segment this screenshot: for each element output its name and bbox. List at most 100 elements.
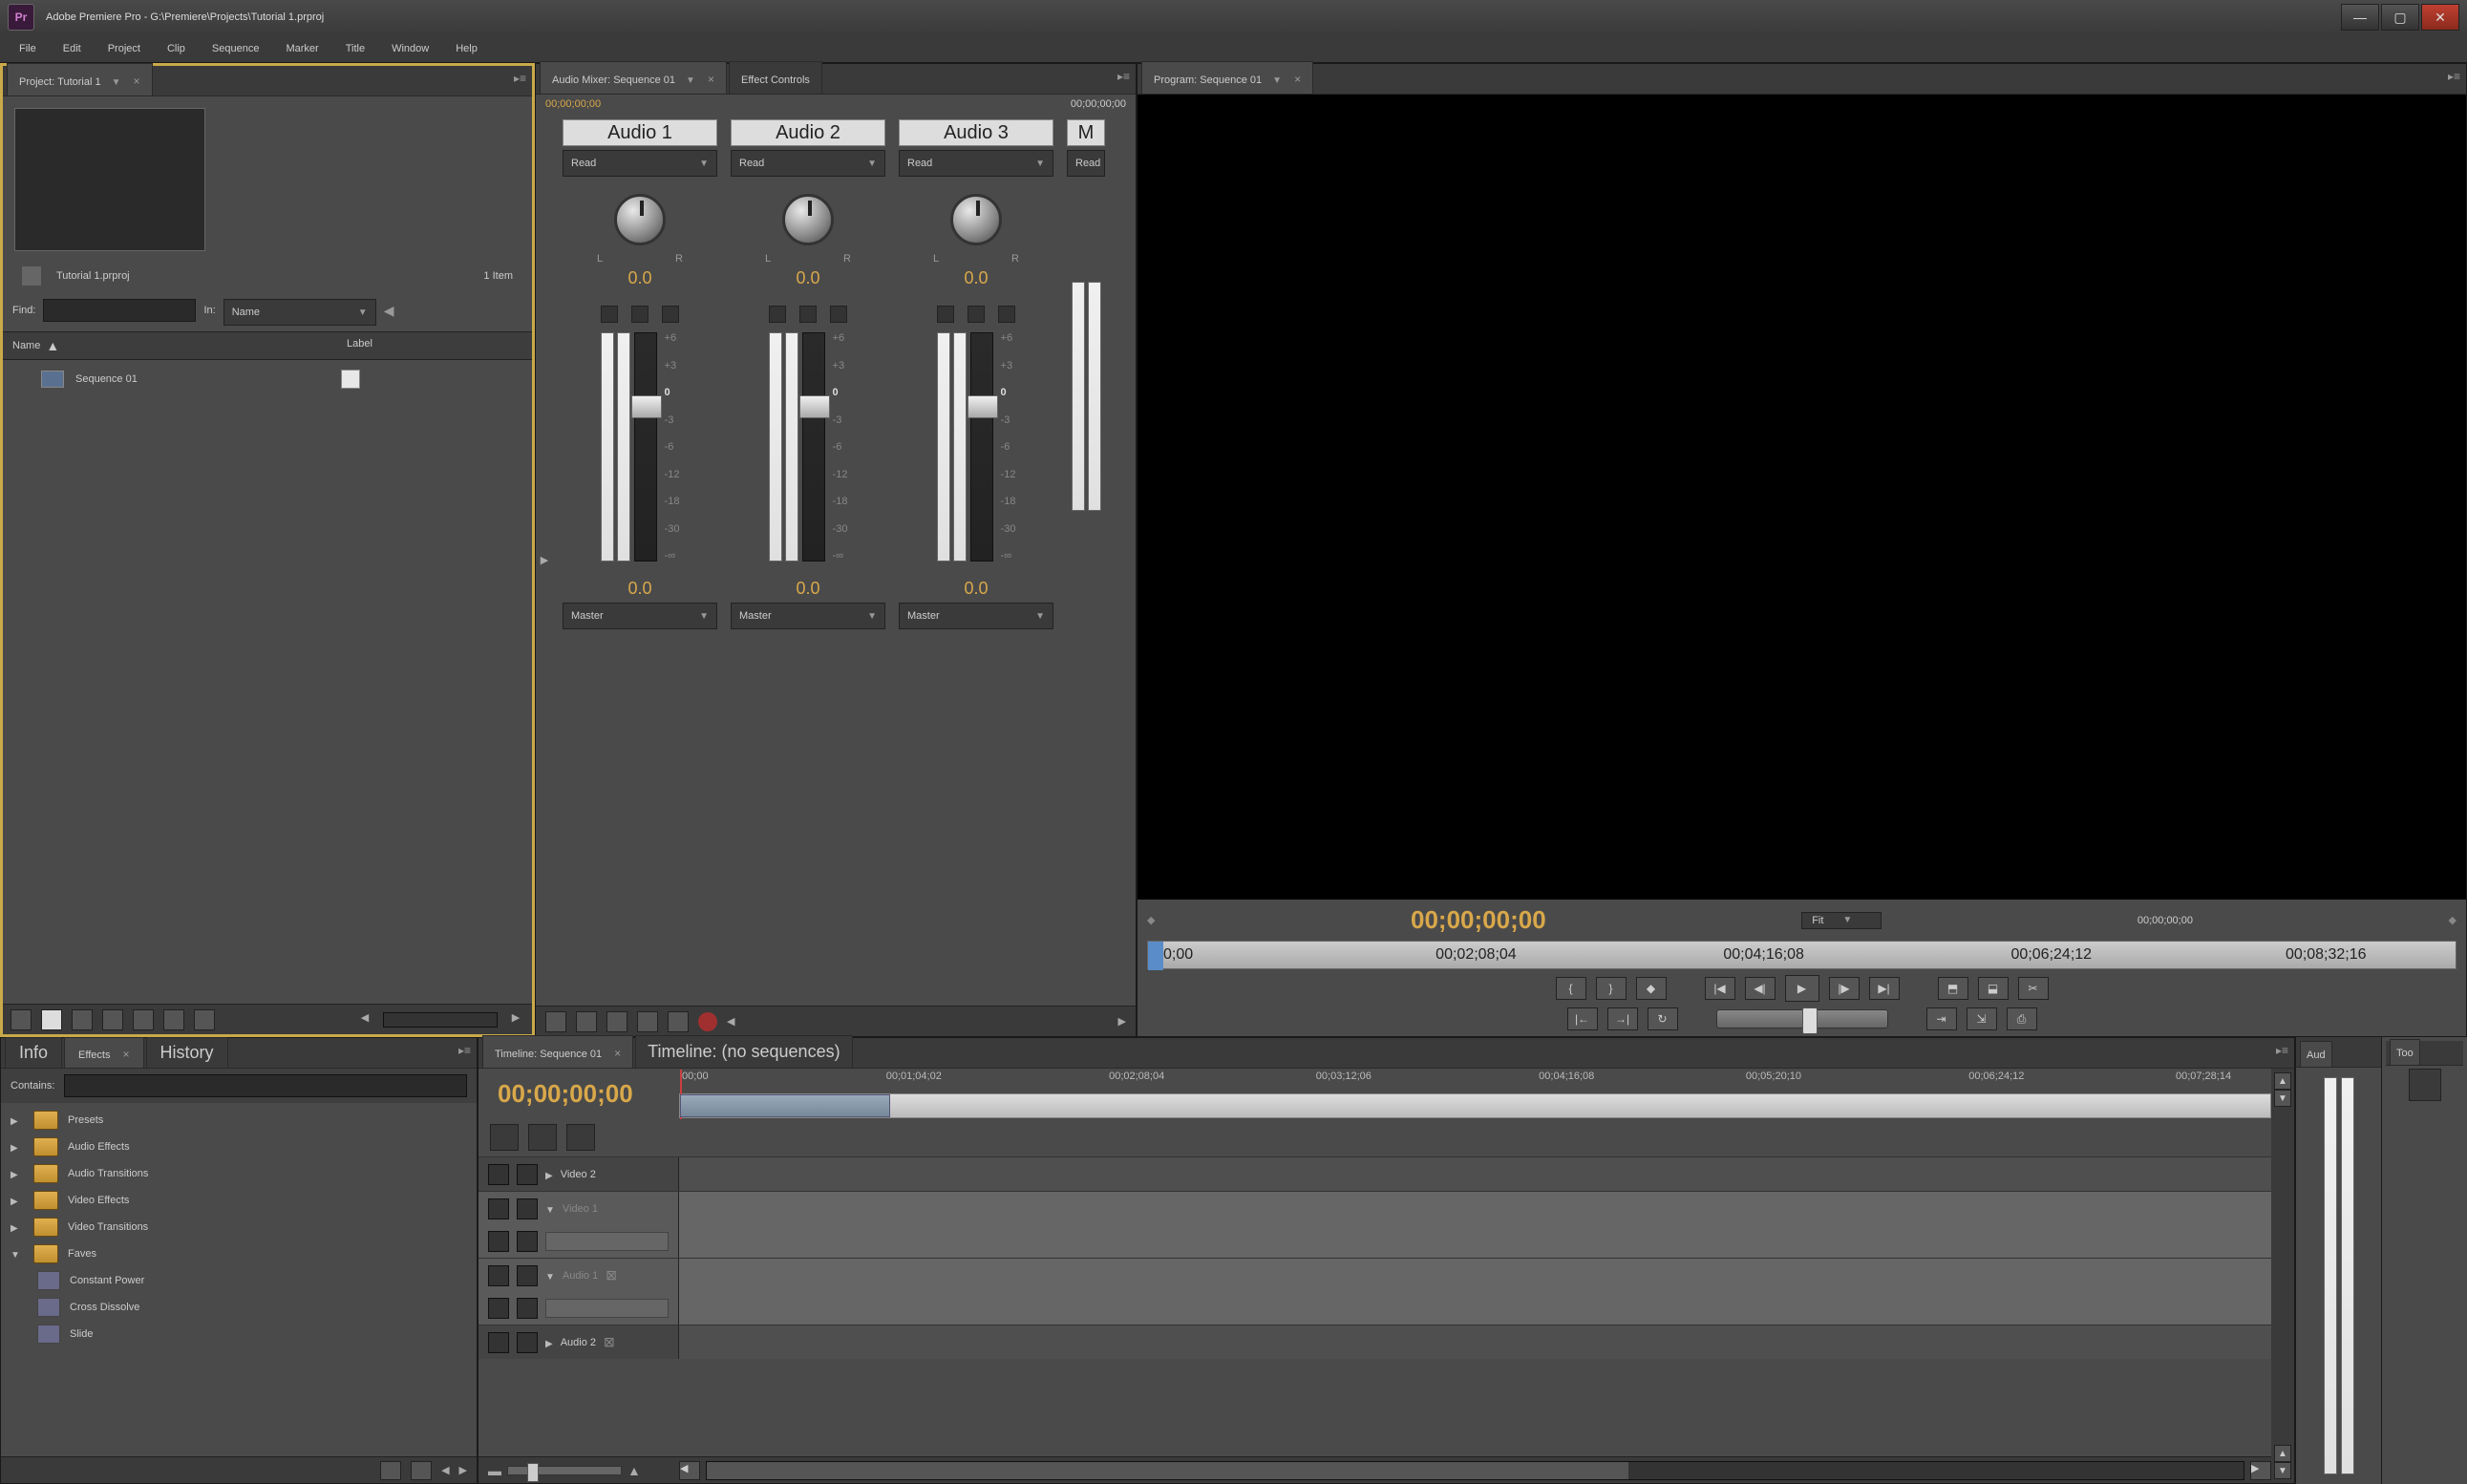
selection-tool[interactable] xyxy=(2409,1069,2441,1101)
effect-preset-slide[interactable]: Slide xyxy=(7,1321,471,1347)
disclosure-icon[interactable] xyxy=(545,1336,553,1349)
channel-db-value[interactable]: 0.0 xyxy=(964,579,988,599)
record-enable-button[interactable] xyxy=(998,306,1015,323)
channel-db-value[interactable]: 0.0 xyxy=(627,579,651,599)
mute-button[interactable] xyxy=(769,306,786,323)
panel-menu-icon[interactable]: ▸≡ xyxy=(2448,70,2460,83)
channel-name[interactable]: Audio 3 xyxy=(899,119,1053,146)
panel-menu-icon[interactable]: ▸≡ xyxy=(1117,70,1130,83)
close-icon[interactable]: × xyxy=(708,73,714,86)
work-area-bar[interactable] xyxy=(679,1093,2271,1118)
icon-view-button[interactable] xyxy=(41,1009,62,1030)
disclosure-icon[interactable] xyxy=(545,1202,555,1216)
volume-fader-track[interactable] xyxy=(970,332,993,562)
chevron-down-icon[interactable]: ▼ xyxy=(1272,75,1282,86)
effects-search-input[interactable] xyxy=(64,1074,467,1097)
close-icon[interactable]: × xyxy=(614,1047,621,1060)
track-video1[interactable]: Video 1 xyxy=(479,1191,2271,1258)
jog-shuttle[interactable] xyxy=(1716,1009,1888,1028)
solo-button[interactable] xyxy=(799,306,817,323)
automation-mode-select[interactable]: Read▼ xyxy=(731,150,885,177)
new-bin-button[interactable] xyxy=(133,1009,154,1030)
menu-project[interactable]: Project xyxy=(95,39,154,58)
track-display-mode[interactable] xyxy=(545,1232,669,1251)
label-swatch[interactable] xyxy=(341,370,360,389)
scroll-up-button[interactable]: ▲ xyxy=(2274,1072,2291,1090)
go-to-out-button[interactable] xyxy=(576,1011,597,1032)
chevron-down-icon[interactable]: ▼ xyxy=(112,77,121,88)
mute-button[interactable] xyxy=(601,306,618,323)
zoom-slider[interactable] xyxy=(507,1466,622,1475)
tools-tab[interactable]: Too xyxy=(2390,1039,2420,1065)
menu-marker[interactable]: Marker xyxy=(272,39,331,58)
delete-button[interactable] xyxy=(411,1461,432,1480)
find-button[interactable] xyxy=(102,1009,123,1030)
close-icon[interactable]: × xyxy=(134,74,140,88)
track-content[interactable] xyxy=(679,1192,2271,1225)
mixer-timecode-left[interactable]: 00;00;00;00 xyxy=(545,98,601,110)
track-mute-toggle[interactable] xyxy=(488,1332,509,1353)
timeline-tab-empty[interactable]: Timeline: (no sequences) xyxy=(635,1035,852,1068)
pan-value[interactable]: 0.0 xyxy=(796,268,819,288)
track-audio2[interactable]: Audio 2 ⊠ xyxy=(479,1325,2271,1359)
output-select[interactable]: Master▼ xyxy=(899,603,1053,629)
play-button[interactable]: ▶ xyxy=(1785,975,1819,1002)
scroll-down-button[interactable]: ▼ xyxy=(2274,1090,2291,1107)
menu-clip[interactable]: Clip xyxy=(154,39,199,58)
automation-mode-select[interactable]: Read▼ xyxy=(899,150,1053,177)
track-waveform-toggle[interactable] xyxy=(488,1298,509,1319)
zoom-in-icon[interactable]: ▲ xyxy=(627,1463,641,1478)
track-frame-toggle[interactable] xyxy=(488,1231,509,1252)
record-button[interactable] xyxy=(698,1012,717,1031)
effects-folder-presets[interactable]: Presets xyxy=(7,1107,471,1134)
next-edit-button[interactable]: →| xyxy=(1607,1007,1638,1030)
scroll-left-button[interactable]: ◀ xyxy=(679,1461,700,1480)
pan-knob[interactable] xyxy=(950,194,1002,245)
project-hscroll[interactable] xyxy=(383,1012,498,1028)
effects-folder-audio-effects[interactable]: Audio Effects xyxy=(7,1134,471,1160)
marker-button[interactable]: ◆ xyxy=(1636,977,1667,1000)
channel-name[interactable]: Audio 1 xyxy=(563,119,717,146)
effects-tab[interactable]: Effects × xyxy=(64,1037,143,1068)
scroll-right-icon[interactable]: ▶ xyxy=(507,1011,524,1028)
scroll-left-icon[interactable]: ◀ xyxy=(727,1015,734,1028)
disclosure-icon[interactable] xyxy=(545,1168,553,1181)
column-name-header[interactable]: Name ▲ xyxy=(12,338,347,353)
work-area-handle[interactable] xyxy=(680,1094,890,1117)
trim-button[interactable]: ✂ xyxy=(2018,977,2049,1000)
pan-knob[interactable] xyxy=(614,194,666,245)
scroll-right-icon[interactable]: ▶ xyxy=(1118,1015,1126,1028)
lift-button[interactable]: ⬒ xyxy=(1938,977,1968,1000)
step-back-button[interactable] xyxy=(668,1011,689,1032)
scroll-right-button[interactable]: ▶ xyxy=(2250,1461,2271,1480)
new-item-button[interactable] xyxy=(163,1009,184,1030)
close-icon[interactable]: × xyxy=(122,1048,129,1061)
effect-controls-tab[interactable]: Effect Controls xyxy=(729,61,822,94)
column-label-header[interactable]: Label xyxy=(347,338,372,353)
effects-folder-video-transitions[interactable]: Video Transitions xyxy=(7,1214,471,1240)
panel-menu-icon[interactable]: ▸≡ xyxy=(458,1044,471,1057)
volume-fader-handle[interactable] xyxy=(631,395,662,418)
set-out-button[interactable]: } xyxy=(1596,977,1627,1000)
insert-button[interactable]: ⇥ xyxy=(1926,1007,1957,1030)
track-lock-toggle[interactable] xyxy=(517,1198,538,1219)
audio-mixer-tab[interactable]: Audio Mixer: Sequence 01 ▼ × xyxy=(540,61,727,94)
track-keyframe-toggle[interactable] xyxy=(517,1231,538,1252)
volume-fader-track[interactable] xyxy=(634,332,657,562)
close-icon[interactable]: × xyxy=(1294,73,1301,86)
volume-fader-handle[interactable] xyxy=(799,395,830,418)
track-content[interactable] xyxy=(679,1157,2271,1191)
track-audio1[interactable]: Audio 1 ⊠ xyxy=(479,1258,2271,1325)
go-to-out-button[interactable]: ▶| xyxy=(1869,977,1900,1000)
panel-menu-icon[interactable]: ▸≡ xyxy=(2276,1044,2288,1057)
marker-button[interactable] xyxy=(528,1124,557,1151)
effects-folder-audio-transitions[interactable]: Audio Transitions xyxy=(7,1160,471,1187)
play-in-out-button[interactable] xyxy=(606,1011,627,1032)
disclosure-icon[interactable] xyxy=(11,1194,24,1207)
track-keyframe-toggle[interactable] xyxy=(517,1298,538,1319)
export-frame-button[interactable]: ⎙ xyxy=(2007,1007,2037,1030)
delete-button[interactable] xyxy=(194,1009,215,1030)
step-back-button[interactable]: ◀| xyxy=(1745,977,1776,1000)
channel-name[interactable]: M xyxy=(1067,119,1105,146)
automation-mode-select[interactable]: Read xyxy=(1067,150,1105,177)
